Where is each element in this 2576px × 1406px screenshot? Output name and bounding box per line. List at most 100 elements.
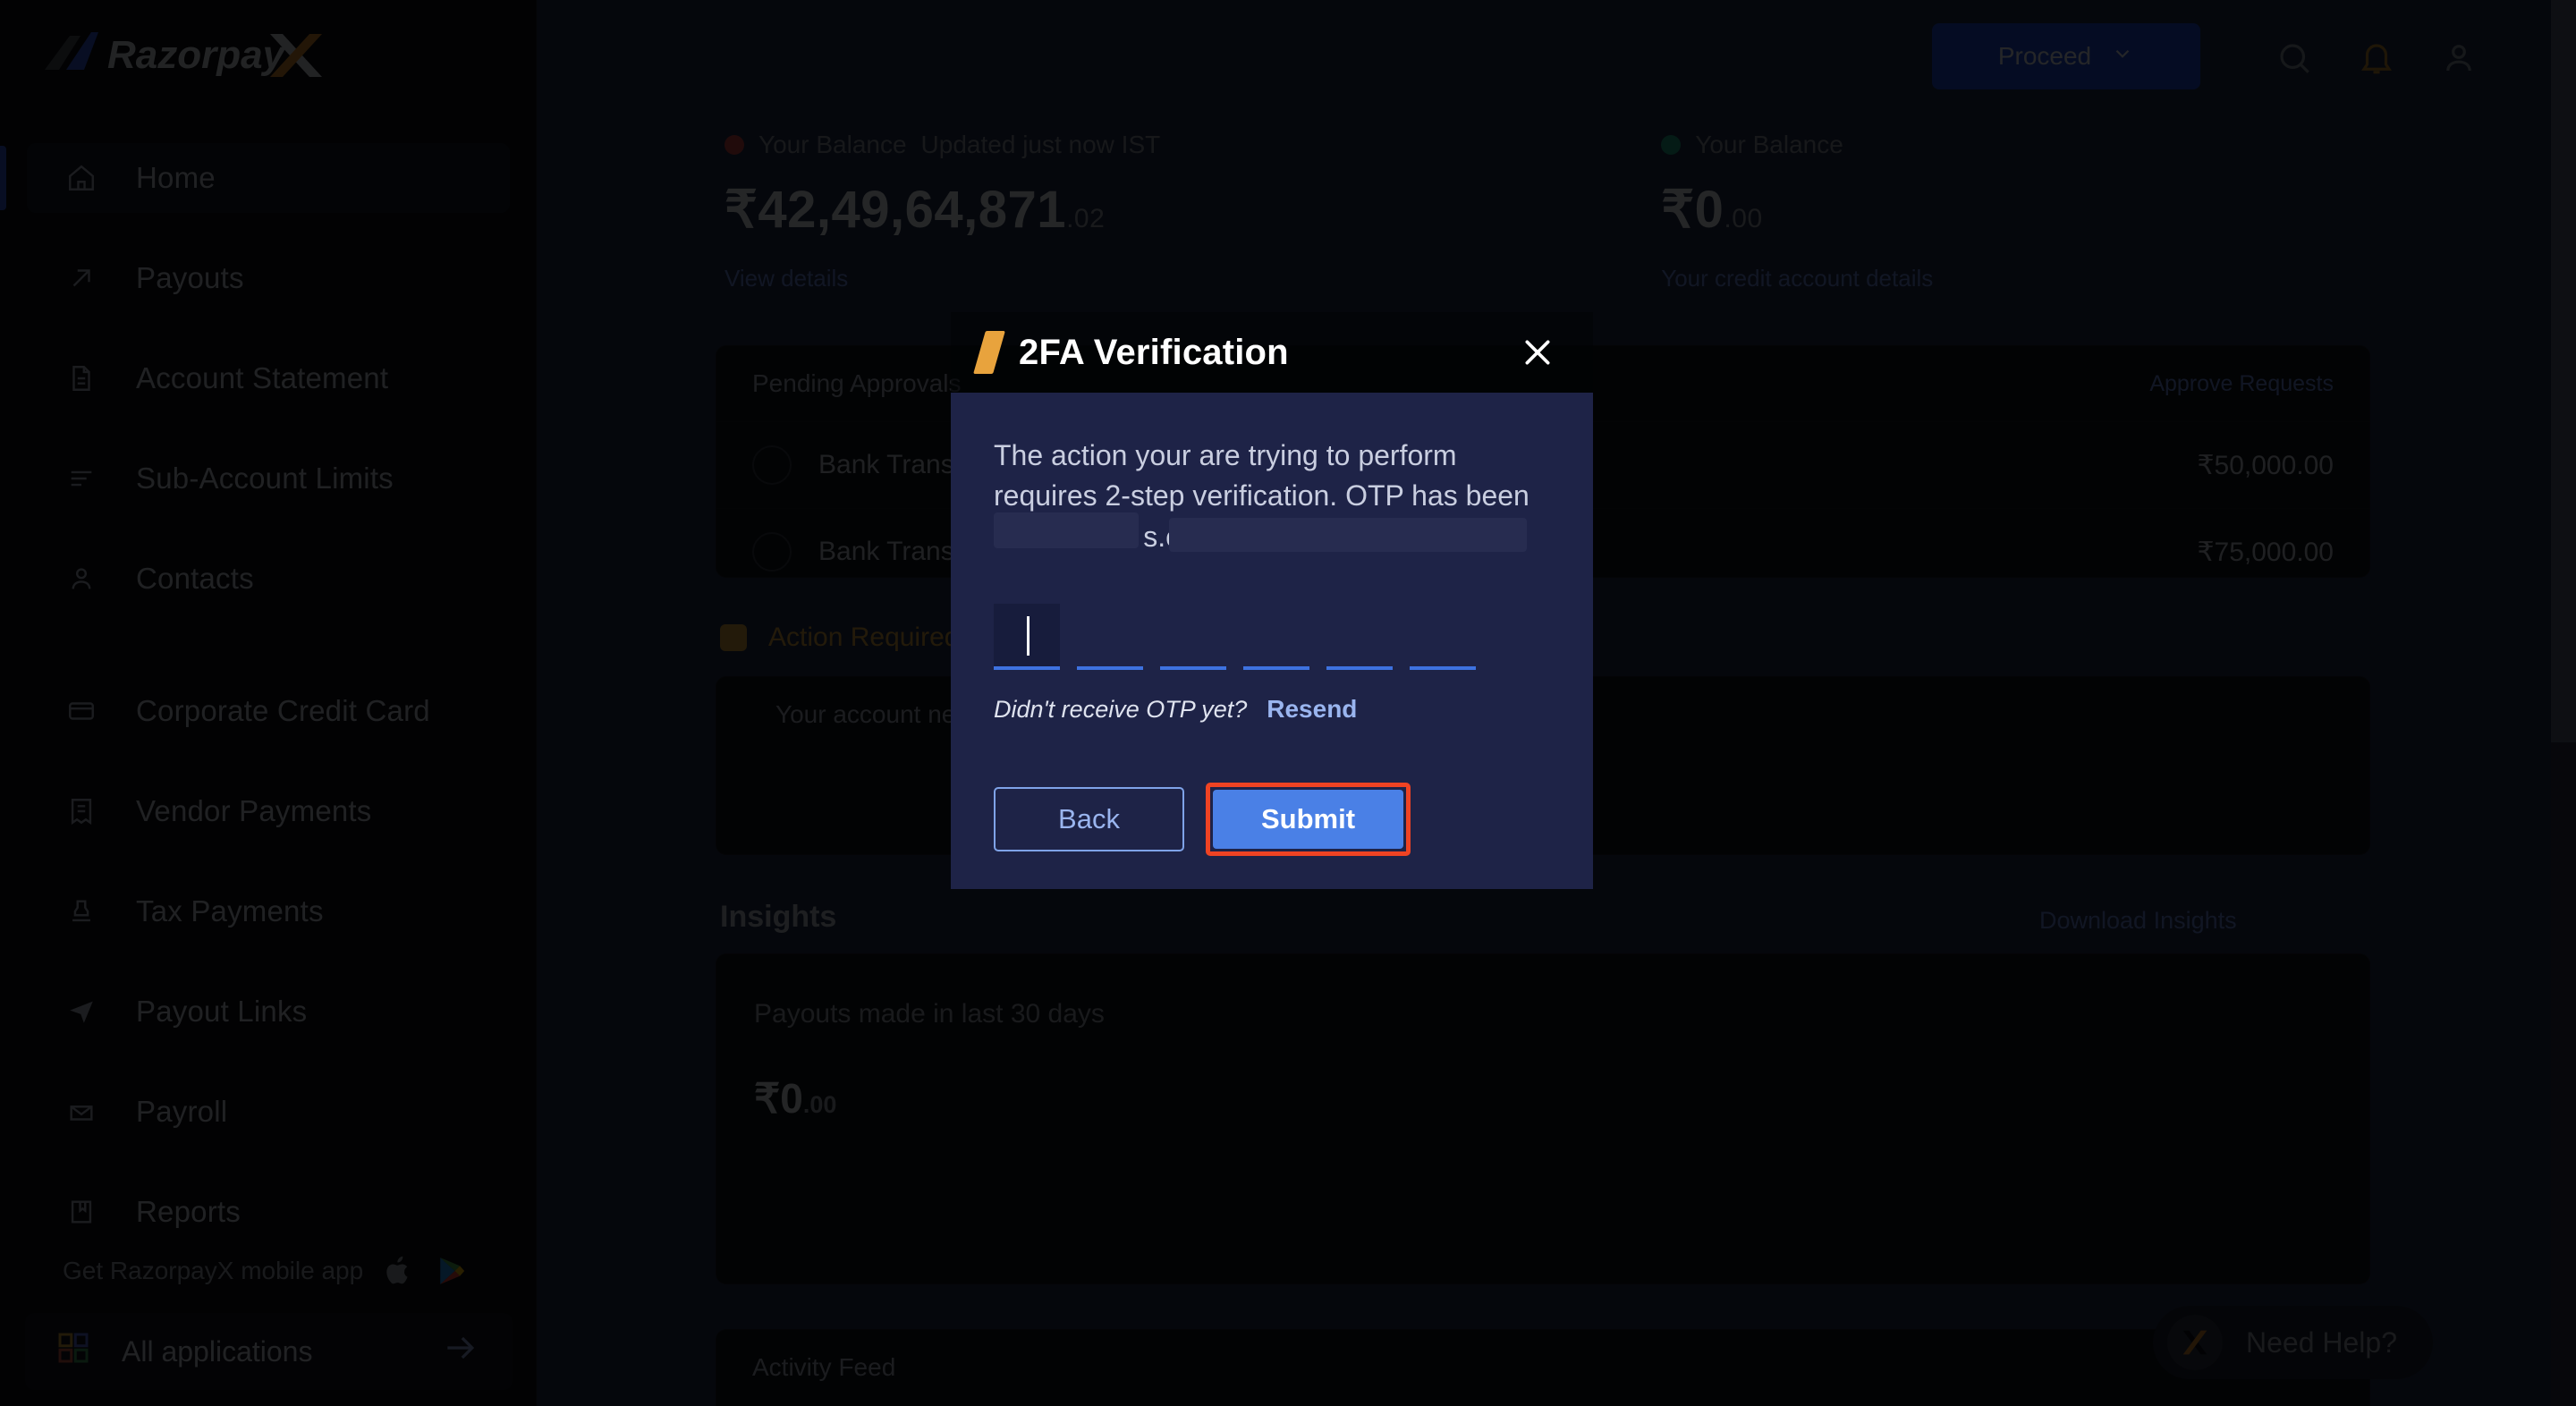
download-insights-link[interactable]: Download Insights xyxy=(2039,907,2237,935)
activity-feed-title: Activity Feed xyxy=(752,1353,896,1381)
profile-icon[interactable] xyxy=(2440,39,2479,79)
all-applications-label: All applications xyxy=(122,1334,313,1368)
sidebar-item-sub-account-limits[interactable]: Sub-Account Limits xyxy=(27,444,510,513)
svg-text:Razorpay: Razorpay xyxy=(107,33,287,77)
radio-icon[interactable] xyxy=(752,532,792,572)
insights-metric-value: ₹0.00 xyxy=(716,1074,2369,1122)
otp-digit-3[interactable] xyxy=(1160,604,1226,671)
scrollbar-track-lower[interactable] xyxy=(2551,742,2576,1406)
activity-feed-card: Activity Feed View all xyxy=(716,1329,2370,1406)
modal-button-row: Back Submit xyxy=(994,783,1550,857)
receipt-icon xyxy=(64,794,98,828)
all-applications-button[interactable]: All applications xyxy=(25,1313,513,1390)
credit-card-icon xyxy=(64,694,98,728)
sidebar-item-label: Vendor Payments xyxy=(136,794,372,827)
page-scrollbar[interactable] xyxy=(2551,0,2576,1406)
sidebar-nav: Home Payouts Account Statement Sub-Accou… xyxy=(0,143,537,1277)
credit-label: Your Balance xyxy=(1695,131,1843,158)
insights-metric-unit: .00 xyxy=(802,1091,837,1118)
sidebar-item-label: Payout Links xyxy=(136,995,308,1028)
sidebar-item-label: Payouts xyxy=(136,261,244,294)
credit-balance-block: Your Balance ₹0.00 Your credit account d… xyxy=(1661,131,1933,292)
sidebar-item-vendor-payments[interactable]: Vendor Payments xyxy=(27,776,510,846)
arrow-right-icon xyxy=(441,1328,480,1375)
pending-approvals-title: Pending Approvals xyxy=(752,369,962,397)
balance-updated: Updated just now IST xyxy=(920,131,1161,158)
modal-title-bar: 2FA Verification xyxy=(951,312,1593,393)
resend-link[interactable]: Resend xyxy=(1267,695,1357,724)
sidebar-item-payroll[interactable]: Payroll xyxy=(27,1077,510,1147)
need-help-widget[interactable]: Need Help? xyxy=(2153,1306,2433,1379)
two-factor-verification-modal: 2FA Verification The action your are try… xyxy=(951,312,1593,889)
otp-digit-2[interactable] xyxy=(1077,604,1143,671)
chevron-down-icon xyxy=(2111,42,2134,72)
home-icon xyxy=(64,161,98,195)
balance-amount-main: ₹42,49,64,871 xyxy=(724,181,1067,239)
inbox-icon xyxy=(64,1095,98,1129)
submit-button-highlight: Submit xyxy=(1206,783,1411,857)
radio-icon[interactable] xyxy=(752,445,792,485)
sidebar-item-reports[interactable]: Reports xyxy=(27,1177,510,1247)
balance-label-row: Your Balance Updated just now IST xyxy=(724,131,1160,159)
sidebar-item-home[interactable]: Home xyxy=(0,143,510,213)
mobile-app-label: Get RazorpayX mobile app xyxy=(63,1257,364,1284)
modal-title: 2FA Verification xyxy=(1019,332,1289,372)
balance-label: Your Balance xyxy=(758,131,907,158)
close-icon[interactable] xyxy=(1513,327,1563,377)
resend-row: Didn't receive OTP yet? Resend xyxy=(994,695,1550,724)
insights-metric-label: Payouts made in last 30 days xyxy=(754,999,1105,1029)
otp-digit-4[interactable] xyxy=(1243,604,1309,671)
arrow-up-right-icon xyxy=(64,261,98,295)
sidebar-item-payout-links[interactable]: Payout Links xyxy=(27,977,510,1046)
scrollbar-thumb[interactable] xyxy=(2551,0,2576,742)
action-required-alert: Action Required xyxy=(720,623,959,653)
sidebar-item-label: Home xyxy=(136,161,216,194)
credit-amount: ₹0.00 xyxy=(1661,179,1933,240)
credit-details-link[interactable]: Your credit account details xyxy=(1661,265,1933,292)
credit-amount-paise: .00 xyxy=(1724,204,1763,233)
grid-icon xyxy=(57,1332,89,1371)
balance-details-link[interactable]: View details xyxy=(724,265,1160,292)
google-play-store-icon[interactable] xyxy=(436,1252,470,1290)
header-primary-button[interactable]: Proceed xyxy=(1932,23,2200,89)
razorpayx-x-icon xyxy=(2167,1315,2223,1370)
sidebar-item-tax-payments[interactable]: Tax Payments xyxy=(27,877,510,946)
row-value: ₹50,000.00 xyxy=(2197,450,2334,480)
notification-bell-icon[interactable] xyxy=(2358,39,2397,79)
otp-digit-5[interactable] xyxy=(1326,604,1393,671)
document-icon xyxy=(64,361,98,395)
otp-digit-6[interactable] xyxy=(1410,604,1476,671)
sidebar-item-payouts[interactable]: Payouts xyxy=(27,243,510,313)
activity-feed-header: Activity Feed View all xyxy=(716,1330,2369,1405)
nav-divider-gap xyxy=(0,644,537,676)
approve-requests-link[interactable]: Approve Requests xyxy=(2149,371,2334,397)
sidebar-item-label: Contacts xyxy=(136,562,254,595)
apple-app-store-icon[interactable] xyxy=(383,1252,417,1290)
warning-icon xyxy=(720,624,747,651)
otp-input-group[interactable] xyxy=(994,604,1550,671)
balance-amount: ₹42,49,64,871.02 xyxy=(724,179,1160,240)
redacted-email-address xyxy=(1169,518,1527,552)
modal-description: The action your are trying to perform re… xyxy=(994,436,1550,557)
credit-amount-main: ₹0 xyxy=(1661,181,1724,239)
balance-row: Your Balance Updated just now IST ₹42,49… xyxy=(724,131,1933,292)
sidebar-item-corporate-credit-card[interactable]: Corporate Credit Card xyxy=(27,676,510,746)
balance-amount-paise: .02 xyxy=(1066,204,1106,233)
account-balance-block: Your Balance Updated just now IST ₹42,49… xyxy=(724,131,1160,292)
razorpayx-slash-icon xyxy=(973,331,1005,374)
sidebar-item-label: Tax Payments xyxy=(136,894,324,927)
sidebar-item-account-statement[interactable]: Account Statement xyxy=(27,343,510,413)
action-required-label: Action Required xyxy=(768,623,960,652)
need-help-label: Need Help? xyxy=(2246,1326,2397,1359)
status-dot-icon xyxy=(724,135,744,155)
search-icon[interactable] xyxy=(2275,39,2315,79)
text-cursor xyxy=(1027,616,1030,656)
otp-digit-1[interactable] xyxy=(994,604,1060,671)
back-button[interactable]: Back xyxy=(994,787,1184,852)
razorpayx-logo[interactable]: Razorpay xyxy=(39,27,335,82)
stamp-icon xyxy=(64,894,98,928)
insights-card: Payouts made in last 30 days ₹0.00 xyxy=(716,953,2370,1284)
sidebar-item-label: Sub-Account Limits xyxy=(136,462,394,495)
sidebar-item-contacts[interactable]: Contacts xyxy=(27,544,510,614)
submit-button[interactable]: Submit xyxy=(1213,790,1403,850)
